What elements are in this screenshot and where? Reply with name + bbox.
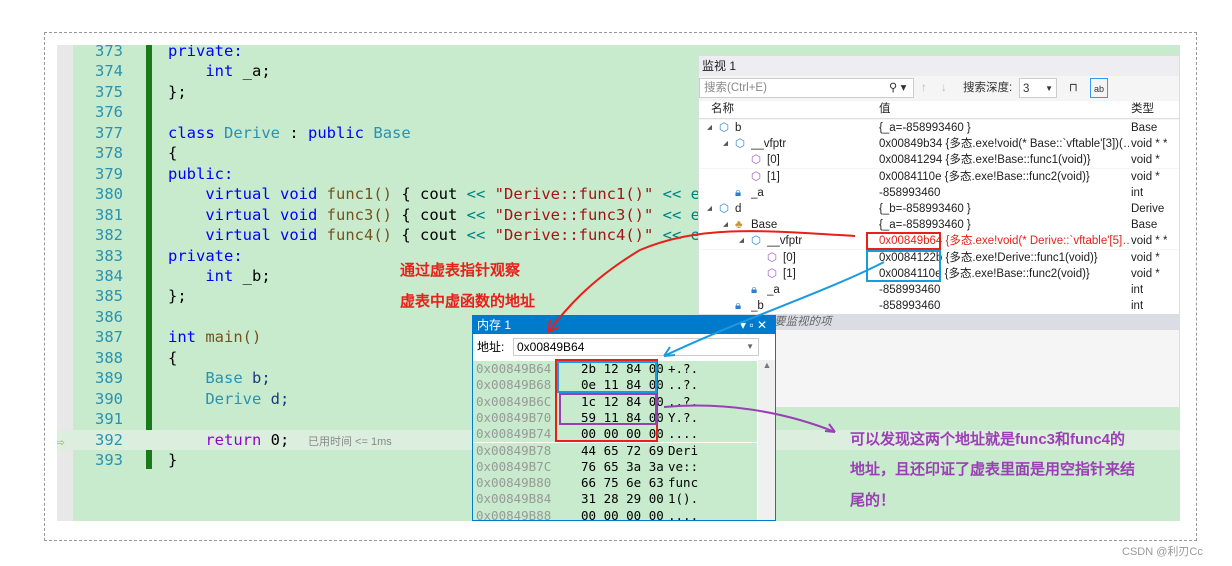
purple-note-line-2: 地址，且还印证了虚表里面是用空指针来结 bbox=[850, 461, 1136, 478]
annotation-arrows bbox=[547, 230, 885, 433]
red-note-line-1: 通过虚表指针观察 bbox=[400, 262, 521, 279]
red-note-line-2: 虚表中虚函数的地址 bbox=[400, 293, 536, 310]
purple-note-line-1: 可以发现这两个地址就是func3和func4的 bbox=[850, 431, 1126, 448]
purple-note-line-3: 尾的！ bbox=[850, 492, 896, 509]
blue-arrow bbox=[663, 261, 885, 357]
red-arrow bbox=[547, 230, 856, 333]
purple-arrow bbox=[663, 404, 836, 433]
watermark: CSDN @利刃Cc bbox=[1122, 546, 1203, 558]
